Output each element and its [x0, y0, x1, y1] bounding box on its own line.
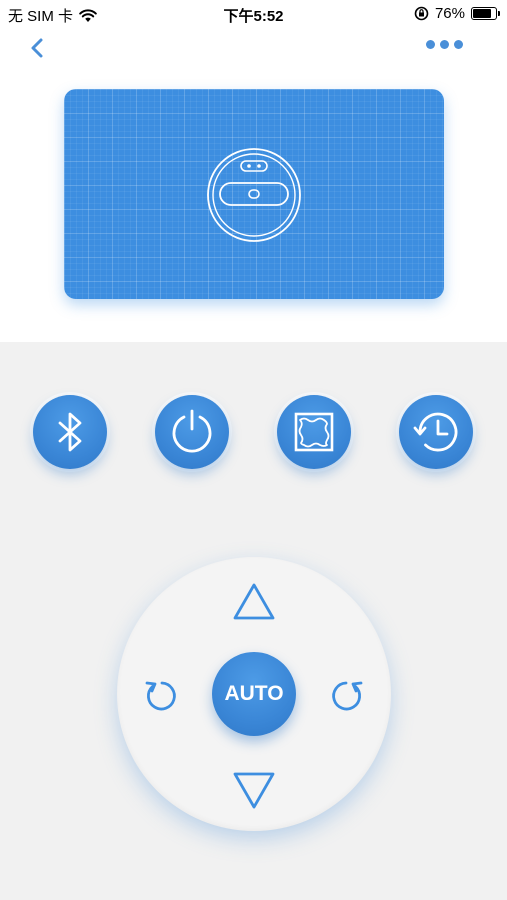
auto-button[interactable]: AUTO [212, 652, 296, 736]
map-card [64, 89, 444, 299]
battery-icon [471, 7, 500, 20]
triangle-down-icon [233, 772, 275, 809]
more-dot [454, 40, 463, 49]
power-button[interactable] [155, 395, 229, 469]
rotate-right-icon [332, 681, 363, 711]
control-panel: AUTO [0, 342, 507, 900]
history-clock-icon [413, 412, 458, 452]
bluetooth-button[interactable] [33, 395, 107, 469]
forward-button[interactable] [231, 581, 277, 623]
triangle-up-icon [233, 583, 275, 620]
edge-clean-button[interactable] [277, 395, 351, 469]
battery-percent: 76% [434, 5, 465, 22]
more-dot [426, 40, 435, 49]
status-right: 76% [414, 5, 500, 22]
more-dot [440, 40, 449, 49]
chevron-left-icon [31, 38, 43, 58]
backward-button[interactable] [231, 769, 277, 811]
rotate-right-button[interactable] [329, 675, 369, 715]
rotate-left-icon [145, 681, 176, 711]
back-button[interactable] [26, 36, 50, 60]
direction-pad: AUTO [117, 557, 391, 831]
status-bar: 无 SIM 卡 下午5:52 76% [0, 0, 507, 30]
more-button[interactable] [426, 40, 463, 49]
battery-fill [473, 9, 492, 18]
edge-clean-icon [294, 412, 334, 452]
schedule-button[interactable] [399, 395, 473, 469]
bluetooth-icon [58, 412, 82, 452]
robot-vacuum-icon [207, 148, 301, 242]
power-icon [172, 409, 212, 453]
orientation-lock-icon [414, 6, 429, 21]
rotate-left-button[interactable] [139, 675, 179, 715]
